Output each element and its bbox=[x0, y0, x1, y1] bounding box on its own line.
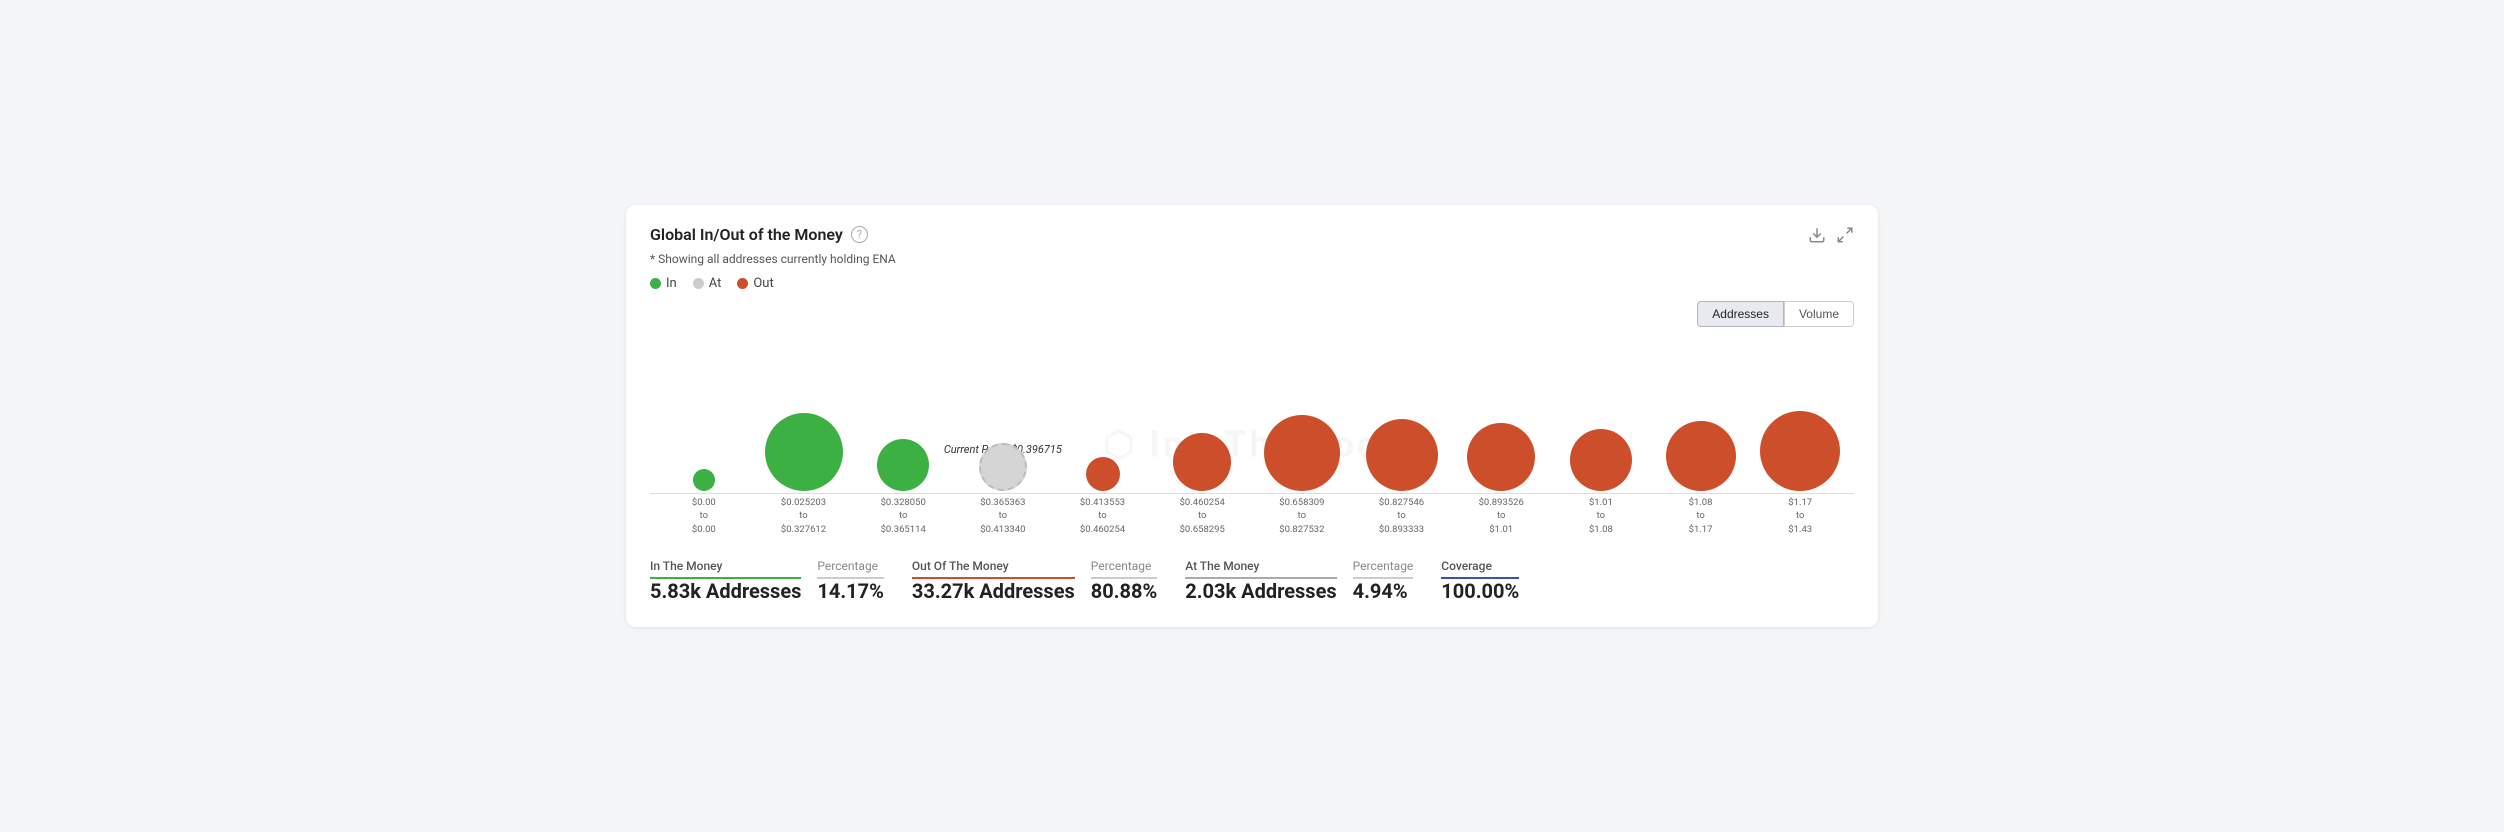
in-pct-label: Percentage bbox=[817, 559, 883, 579]
legend-in: In bbox=[650, 276, 677, 291]
bubble-9 bbox=[1570, 429, 1632, 491]
stat-in-the-money: In The Money 5.83k Addresses bbox=[650, 559, 817, 603]
coverage-label: Coverage bbox=[1441, 559, 1519, 579]
bubble-col-8 bbox=[1451, 423, 1551, 491]
bubble-0 bbox=[693, 469, 715, 491]
bubble-4 bbox=[1086, 457, 1120, 491]
x-label-9: $1.01to$1.08 bbox=[1551, 496, 1651, 536]
legend-dot-in bbox=[650, 278, 661, 289]
bubble-col-9 bbox=[1551, 429, 1651, 491]
tab-volume[interactable]: Volume bbox=[1784, 301, 1854, 327]
x-label-0: $0.00to$0.00 bbox=[654, 496, 754, 536]
x-label-6: $0.658309to$0.827532 bbox=[1252, 496, 1352, 536]
legend-label-out: Out bbox=[753, 276, 773, 291]
bubble-5 bbox=[1173, 433, 1231, 491]
page-title: Global In/Out of the Money bbox=[650, 225, 843, 244]
bubble-col-6 bbox=[1252, 415, 1352, 491]
header-left: Global In/Out of the Money ? bbox=[650, 225, 868, 244]
legend-at: At bbox=[693, 276, 722, 291]
chart-area: ⬡ IntoTheBlock Current Price: $0.396715 bbox=[650, 331, 1854, 541]
at-pct-label: Percentage bbox=[1353, 559, 1414, 579]
stat-at-pct: Percentage 4.94% bbox=[1353, 559, 1442, 603]
bubble-3 bbox=[979, 443, 1027, 491]
legend-dot-out bbox=[737, 278, 748, 289]
legend-label-in: In bbox=[666, 276, 677, 291]
x-label-8: $0.893526to$1.01 bbox=[1451, 496, 1551, 536]
stat-in-pct: Percentage 14.17% bbox=[817, 559, 911, 603]
in-pct-value: 14.17% bbox=[817, 579, 883, 603]
stat-out-the-money: Out Of The Money 33.27k Addresses bbox=[912, 559, 1091, 603]
out-pct-label: Percentage bbox=[1091, 559, 1157, 579]
out-pct-value: 80.88% bbox=[1091, 579, 1157, 603]
bubble-1 bbox=[765, 413, 843, 491]
download-icon[interactable] bbox=[1808, 226, 1826, 244]
x-label-4: $0.413553to$0.460254 bbox=[1053, 496, 1153, 536]
stat-out-pct: Percentage 80.88% bbox=[1091, 559, 1185, 603]
stats-row: In The Money 5.83k Addresses Percentage … bbox=[650, 559, 1854, 603]
legend: In At Out bbox=[650, 276, 1854, 291]
x-label-3: $0.365363to$0.413340 bbox=[953, 496, 1053, 536]
bubbles-row: Current Price: $0.396715 bbox=[650, 331, 1854, 491]
legend-out: Out bbox=[737, 276, 773, 291]
card-header: Global In/Out of the Money ? bbox=[650, 225, 1854, 244]
x-label-5: $0.460254to$0.658295 bbox=[1152, 496, 1252, 536]
x-label-11: $1.17to$1.43 bbox=[1750, 496, 1850, 536]
bubble-2 bbox=[877, 439, 929, 491]
bubble-col-1 bbox=[754, 413, 854, 491]
legend-label-at: At bbox=[709, 276, 722, 291]
subtitle: * Showing all addresses currently holdin… bbox=[650, 252, 1854, 266]
bubble-col-7 bbox=[1352, 419, 1452, 491]
bubble-6 bbox=[1264, 415, 1340, 491]
at-the-money-label: At The Money bbox=[1185, 559, 1336, 579]
bubble-col-4 bbox=[1053, 457, 1153, 491]
bubble-col-5 bbox=[1152, 433, 1252, 491]
main-card: Global In/Out of the Money ? bbox=[626, 205, 1878, 627]
header-actions bbox=[1808, 226, 1854, 244]
at-the-money-value: 2.03k Addresses bbox=[1185, 579, 1336, 603]
x-label-1: $0.025203to$0.327612 bbox=[754, 496, 854, 536]
out-the-money-value: 33.27k Addresses bbox=[912, 579, 1075, 603]
stat-at-the-money: At The Money 2.03k Addresses bbox=[1185, 559, 1352, 603]
coverage-value: 100.00% bbox=[1441, 579, 1519, 603]
stat-coverage: Coverage 100.00% bbox=[1441, 559, 1519, 603]
bubble-col-2 bbox=[853, 439, 953, 491]
bubble-col-3: Current Price: $0.396715 bbox=[953, 443, 1053, 491]
legend-dot-at bbox=[693, 278, 704, 289]
bubble-col-11 bbox=[1750, 411, 1850, 491]
at-pct-value: 4.94% bbox=[1353, 579, 1414, 603]
bubble-11 bbox=[1760, 411, 1840, 491]
bubble-7 bbox=[1366, 419, 1438, 491]
out-the-money-label: Out Of The Money bbox=[912, 559, 1075, 579]
help-icon[interactable]: ? bbox=[851, 226, 868, 243]
tab-addresses[interactable]: Addresses bbox=[1697, 301, 1784, 327]
in-the-money-value: 5.83k Addresses bbox=[650, 579, 801, 603]
expand-icon[interactable] bbox=[1836, 226, 1854, 244]
x-axis: $0.00to$0.00 $0.025203to$0.327612 $0.328… bbox=[650, 493, 1854, 536]
bubble-col-0 bbox=[654, 469, 754, 491]
bubble-8 bbox=[1467, 423, 1535, 491]
x-label-10: $1.08to$1.17 bbox=[1651, 496, 1751, 536]
x-label-7: $0.827546to$0.893333 bbox=[1352, 496, 1452, 536]
bubble-col-10 bbox=[1651, 421, 1751, 491]
in-the-money-label: In The Money bbox=[650, 559, 801, 579]
bubble-10 bbox=[1666, 421, 1736, 491]
tab-row: Addresses Volume bbox=[650, 301, 1854, 327]
x-label-2: $0.328050to$0.365114 bbox=[853, 496, 953, 536]
